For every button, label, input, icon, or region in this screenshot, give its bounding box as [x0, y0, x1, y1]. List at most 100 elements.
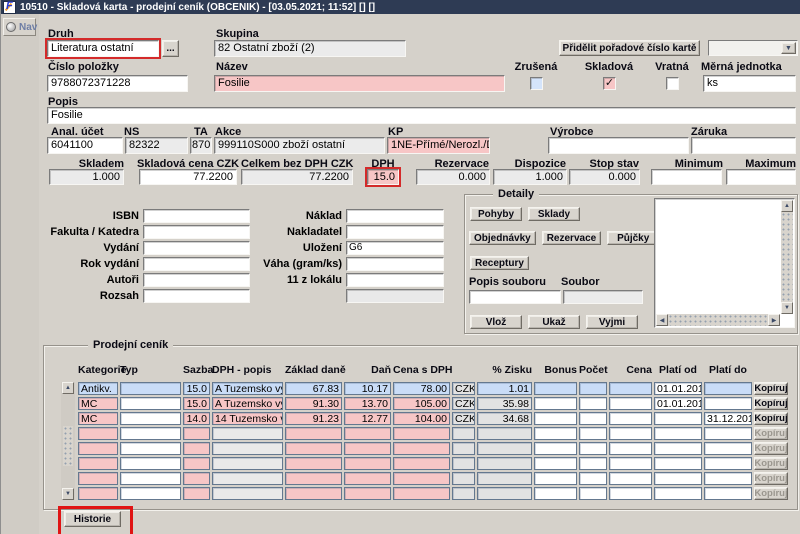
cell-cena_s_dph[interactable]: 104.00	[393, 412, 450, 425]
cell-pocet[interactable]	[579, 472, 607, 485]
cell-bonus[interactable]	[534, 412, 577, 425]
cell-dan[interactable]: 10.17	[344, 382, 391, 395]
pricing-scroll-thumb[interactable]	[63, 426, 73, 466]
dph-field[interactable]: 15.0	[367, 169, 399, 185]
cell-cena[interactable]	[609, 442, 652, 455]
cell-plati_do[interactable]	[704, 442, 752, 455]
dispozice-field[interactable]: 1.000	[493, 169, 567, 185]
cell-sazba[interactable]	[183, 427, 210, 440]
cell-plati_od[interactable]	[654, 457, 702, 470]
cell-mena[interactable]	[452, 487, 475, 500]
cell-kategorie[interactable]: Antikv.	[78, 382, 118, 395]
cell-plati_od[interactable]: 01.01.2013	[654, 397, 702, 410]
cell-mena[interactable]	[452, 442, 475, 455]
cell-bonus[interactable]	[534, 397, 577, 410]
ns-field[interactable]: 82322	[125, 137, 188, 154]
cell-dan[interactable]	[344, 427, 391, 440]
cell-dph_popis[interactable]	[212, 427, 283, 440]
cell-pocet[interactable]	[579, 457, 607, 470]
cell-zaklad_dane[interactable]: 91.30	[285, 397, 342, 410]
vaha-gram-ks-field[interactable]	[346, 257, 444, 271]
cell-dph_popis[interactable]	[212, 457, 283, 470]
cell-mena[interactable]	[452, 472, 475, 485]
cell-zisk[interactable]	[477, 427, 532, 440]
cell-sazba[interactable]: 14.0	[183, 412, 210, 425]
cell-cena_s_dph[interactable]	[393, 457, 450, 470]
naklad-field[interactable]	[346, 209, 444, 223]
copy-button[interactable]: Kopíruj	[754, 412, 788, 425]
ulozeni-field[interactable]: G6	[346, 241, 444, 255]
cell-plati_od[interactable]	[654, 487, 702, 500]
kp-field[interactable]: 1NE-Přímé/Nerozl./DČ-Eko	[387, 137, 490, 154]
cell-sazba[interactable]	[183, 487, 210, 500]
maximum-field[interactable]	[726, 169, 796, 185]
cell-typ[interactable]	[120, 427, 181, 440]
minimum-field[interactable]	[651, 169, 722, 185]
popis-souboru-field[interactable]	[469, 290, 561, 304]
cell-cena_s_dph[interactable]: 78.00	[393, 382, 450, 395]
cell-mena[interactable]: CZK	[452, 382, 475, 395]
nazev-field[interactable]: Fosilie	[214, 75, 505, 92]
cell-kategorie[interactable]	[78, 427, 118, 440]
skupina-field[interactable]: 82 Ostatní zboží (2)	[214, 40, 406, 57]
cell-cena_s_dph[interactable]	[393, 442, 450, 455]
combo-dropdown-icon[interactable]: ▼	[781, 42, 796, 54]
cell-kategorie[interactable]: MC	[78, 412, 118, 425]
cell-kategorie[interactable]	[78, 487, 118, 500]
sklady-button[interactable]: Sklady	[528, 207, 580, 221]
cell-cena_s_dph[interactable]: 105.00	[393, 397, 450, 410]
soubor-field[interactable]	[563, 290, 643, 304]
merna-jednotka-field[interactable]: ks	[703, 75, 796, 92]
cell-plati_do[interactable]	[704, 472, 752, 485]
cell-zaklad_dane[interactable]: 91.23	[285, 412, 342, 425]
cell-cena[interactable]	[609, 427, 652, 440]
copy-button[interactable]: Kopíruj	[754, 397, 788, 410]
cell-dph_popis[interactable]: 14 Tuzemsko výs	[212, 412, 283, 425]
cell-zaklad_dane[interactable]	[285, 442, 342, 455]
cell-zisk[interactable]	[477, 487, 532, 500]
cell-zisk[interactable]	[477, 442, 532, 455]
cell-zaklad_dane[interactable]	[285, 457, 342, 470]
vloz-button[interactable]: Vlož	[470, 315, 522, 329]
stop-stav-field[interactable]: 0.000	[569, 169, 640, 185]
cell-dan[interactable]	[344, 487, 391, 500]
cell-typ[interactable]	[120, 472, 181, 485]
cell-zaklad_dane[interactable]	[285, 472, 342, 485]
objednavky-button[interactable]: Objednávky	[469, 231, 536, 245]
pricing-scroll-up-icon[interactable]: ▲	[62, 382, 74, 394]
cell-plati_od[interactable]	[654, 472, 702, 485]
cell-dan[interactable]: 12.77	[344, 412, 391, 425]
celkem-bez-dph-field[interactable]: 77.2200	[241, 169, 353, 185]
listbox-hscroll-track[interactable]	[668, 314, 770, 326]
zrusena-checkbox[interactable]	[530, 77, 543, 90]
scroll-up-icon[interactable]: ▲	[781, 200, 793, 212]
pohyby-button[interactable]: Pohyby	[470, 207, 522, 221]
vratna-checkbox[interactable]	[666, 77, 679, 90]
cell-sazba[interactable]	[183, 457, 210, 470]
cell-cena[interactable]	[609, 457, 652, 470]
ta-field[interactable]: 870	[190, 137, 212, 154]
cell-pocet[interactable]	[579, 487, 607, 500]
cell-sazba[interactable]: 15.0	[183, 397, 210, 410]
cell-dph_popis[interactable]	[212, 442, 283, 455]
cell-plati_od[interactable]	[654, 442, 702, 455]
skladova-checkbox[interactable]: ✓	[603, 77, 616, 90]
pujcky-button[interactable]: Půjčky	[607, 231, 659, 245]
top-right-combobox[interactable]: ▼	[708, 40, 798, 56]
scroll-right-icon[interactable]: ▶	[768, 314, 780, 326]
nakladatel-field[interactable]	[346, 225, 444, 239]
cell-plati_do[interactable]: 31.12.2012	[704, 412, 752, 425]
zaruka-field[interactable]	[691, 137, 796, 154]
cell-cena_s_dph[interactable]	[393, 487, 450, 500]
cell-pocet[interactable]	[579, 412, 607, 425]
vyrobce-field[interactable]	[548, 137, 689, 154]
cell-bonus[interactable]	[534, 382, 577, 395]
popis-field[interactable]: Fosilie	[47, 107, 796, 124]
cell-kategorie[interactable]: MC	[78, 397, 118, 410]
cell-zisk[interactable]: 34.68	[477, 412, 532, 425]
cell-mena[interactable]: CZK	[452, 397, 475, 410]
cell-cena[interactable]	[609, 397, 652, 410]
cell-plati_od[interactable]	[654, 412, 702, 425]
cell-sazba[interactable]	[183, 442, 210, 455]
scroll-left-icon[interactable]: ◀	[656, 314, 668, 326]
